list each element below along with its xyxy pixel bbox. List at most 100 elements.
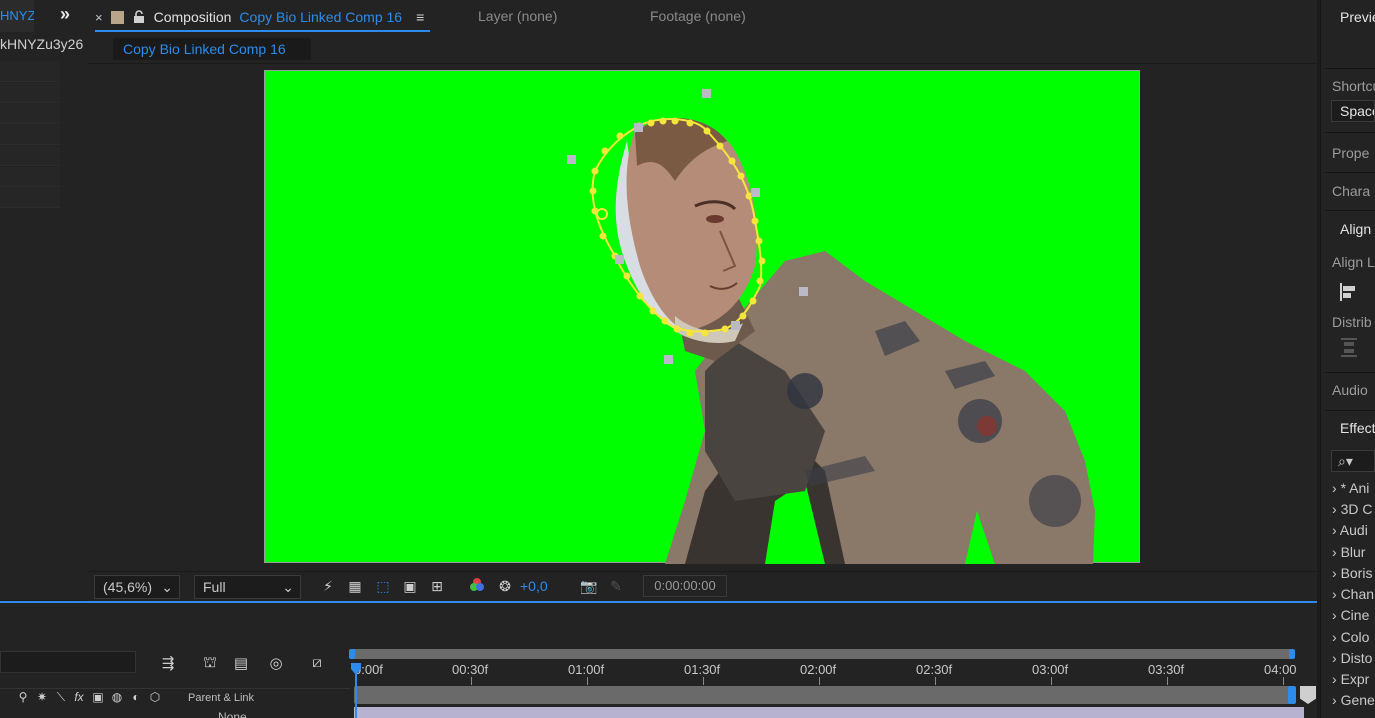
tab-footage[interactable]: Footage (none) xyxy=(650,8,746,24)
layer-track[interactable] xyxy=(354,707,1304,718)
shy-layers-icon[interactable]: ▤ xyxy=(229,654,253,674)
character-panel-title[interactable]: Chara xyxy=(1332,183,1370,199)
work-area-end-handle[interactable] xyxy=(1289,649,1295,659)
comp-tab-prefix: Composition xyxy=(153,9,232,25)
frame-blending-icon[interactable]: ◎ xyxy=(264,654,288,674)
project-row[interactable] xyxy=(0,125,60,145)
collapse-switch-icon[interactable]: ✷ xyxy=(35,690,49,706)
panel-divider xyxy=(1325,372,1375,373)
time-label: 03:00f xyxy=(1032,662,1069,677)
graph-editor-icon[interactable]: ⧄ xyxy=(305,654,329,674)
panel-menu-icon[interactable]: ≡ xyxy=(416,9,424,25)
exposure-value[interactable]: +0,0 xyxy=(520,578,548,594)
effect-category[interactable]: › Cine xyxy=(1332,607,1369,623)
effect-category[interactable]: › * Ani xyxy=(1332,480,1369,496)
region-of-interest-icon[interactable]: ▣ xyxy=(399,576,421,596)
shortcut-label: Shortcu xyxy=(1332,78,1375,94)
time-label: 03:30f xyxy=(1148,662,1185,677)
distribute-top-icon[interactable] xyxy=(1338,336,1360,358)
ruler-tick xyxy=(1283,677,1284,685)
motion-blur-switch-icon[interactable]: ◍ xyxy=(110,690,124,706)
show-snapshot-icon[interactable]: ✎ xyxy=(605,576,627,596)
work-area-bar[interactable] xyxy=(352,649,1294,659)
close-tab-icon[interactable]: × xyxy=(95,10,103,25)
playhead[interactable] xyxy=(351,663,361,718)
frame-blend-switch-icon[interactable]: ▣ xyxy=(91,690,105,706)
current-time-display[interactable]: 0:00:00:00 xyxy=(643,575,727,597)
effect-category[interactable]: › Boris xyxy=(1332,565,1372,581)
effect-category[interactable]: › Colo xyxy=(1332,629,1369,645)
reset-exposure-icon[interactable]: ❂ xyxy=(494,576,516,596)
project-row[interactable] xyxy=(0,188,60,208)
ruler-tick xyxy=(471,677,472,685)
tab-composition[interactable]: × Composition Copy Bio Linked Comp 16 ≡ xyxy=(95,4,431,32)
mask-visibility-icon[interactable]: ⬚ xyxy=(372,576,394,596)
color-channels-icon[interactable] xyxy=(466,576,488,596)
ruler-tick xyxy=(703,677,704,685)
properties-panel-title[interactable]: Prope xyxy=(1332,145,1369,161)
comp-flowchart-icon[interactable]: ⇶ xyxy=(156,654,180,674)
mask-vertex-handles[interactable] xyxy=(265,71,1141,564)
project-item-name[interactable]: kHNYZu3y26 xyxy=(0,36,87,58)
panel-divider xyxy=(1325,410,1375,411)
draft-3d-icon[interactable]: ⛫ xyxy=(198,654,222,674)
composition-frame[interactable] xyxy=(264,70,1141,564)
effect-category[interactable]: › Chan xyxy=(1332,586,1374,602)
parent-link-header: Parent & Link xyxy=(188,692,255,704)
align-left-icon[interactable] xyxy=(1338,281,1360,303)
layer-duration-bar[interactable] xyxy=(354,686,1294,704)
distribute-label: Distrib xyxy=(1332,314,1372,330)
grid-guides-icon[interactable]: ⊞ xyxy=(426,576,448,596)
ruler-tick xyxy=(587,677,588,685)
3d-layer-switch-icon[interactable]: ⬡ xyxy=(148,690,162,706)
time-label: 01:30f xyxy=(684,662,721,677)
effect-category[interactable]: › Expr xyxy=(1332,671,1369,687)
zoom-select[interactable]: (45,6%) ⌄ xyxy=(94,575,180,599)
camera-snapshot-icon[interactable]: 📷 xyxy=(578,576,600,596)
work-area-start-handle[interactable] xyxy=(349,649,355,659)
preview-panel-title[interactable]: Previe xyxy=(1340,9,1375,25)
project-row[interactable] xyxy=(0,167,60,187)
time-label: 04:00 xyxy=(1264,662,1297,677)
audio-panel-title[interactable]: Audio xyxy=(1332,382,1368,398)
zoom-value: (45,6%) xyxy=(103,579,153,595)
effect-category[interactable]: › Blur xyxy=(1332,544,1365,560)
shy-switch-icon[interactable]: ⚲ xyxy=(16,690,30,706)
project-row[interactable] xyxy=(0,62,60,82)
quality-switch-icon[interactable]: ⟍ xyxy=(54,690,68,706)
fx-switch-icon[interactable]: fx xyxy=(72,690,86,706)
align-panel-title[interactable]: Align xyxy=(1340,221,1371,237)
magnifier-icon: ⌕▾ xyxy=(1338,453,1353,469)
shortcut-select[interactable]: Space xyxy=(1331,100,1375,122)
project-row[interactable] xyxy=(0,104,60,124)
effect-category[interactable]: › 3D C xyxy=(1332,501,1372,517)
adjustment-layer-switch-icon[interactable]: ◐ xyxy=(129,690,143,706)
project-row[interactable] xyxy=(0,83,60,103)
resolution-select[interactable]: Full ⌄ xyxy=(194,575,301,599)
project-row[interactable] xyxy=(0,146,60,166)
effect-category[interactable]: › Audi xyxy=(1332,522,1368,538)
tab-layer[interactable]: Layer (none) xyxy=(478,8,557,24)
expand-panels-icon[interactable]: » xyxy=(60,4,82,28)
panel-divider xyxy=(1325,132,1375,133)
time-label: 02:30f xyxy=(916,662,953,677)
timeline-search-input[interactable] xyxy=(0,651,136,673)
transparency-grid-icon[interactable]: ▦ xyxy=(344,576,366,596)
effects-panel-title[interactable]: Effect xyxy=(1340,420,1375,436)
align-layers-label: Align L xyxy=(1332,254,1375,270)
effect-category[interactable]: › Gene xyxy=(1332,692,1375,708)
chevron-down-icon: ⌄ xyxy=(161,579,173,595)
comp-tab-name: Copy Bio Linked Comp 16 xyxy=(239,9,403,25)
fast-previews-icon[interactable]: ⚡ xyxy=(317,576,339,596)
layer-out-point-handle[interactable] xyxy=(1288,686,1296,704)
layer-columns-header xyxy=(0,688,350,710)
time-label: 02:00f xyxy=(800,662,837,677)
effects-search-input[interactable]: ⌕▾ xyxy=(1331,450,1375,472)
lock-icon[interactable] xyxy=(132,10,146,24)
project-tab[interactable]: HNYZ xyxy=(0,0,34,32)
effect-category[interactable]: › Disto xyxy=(1332,650,1372,666)
panel-divider xyxy=(1325,68,1375,69)
comp-breadcrumb[interactable]: Copy Bio Linked Comp 16 xyxy=(113,38,311,60)
time-label: 01:00f xyxy=(568,662,605,677)
parent-select[interactable]: None xyxy=(218,710,247,718)
